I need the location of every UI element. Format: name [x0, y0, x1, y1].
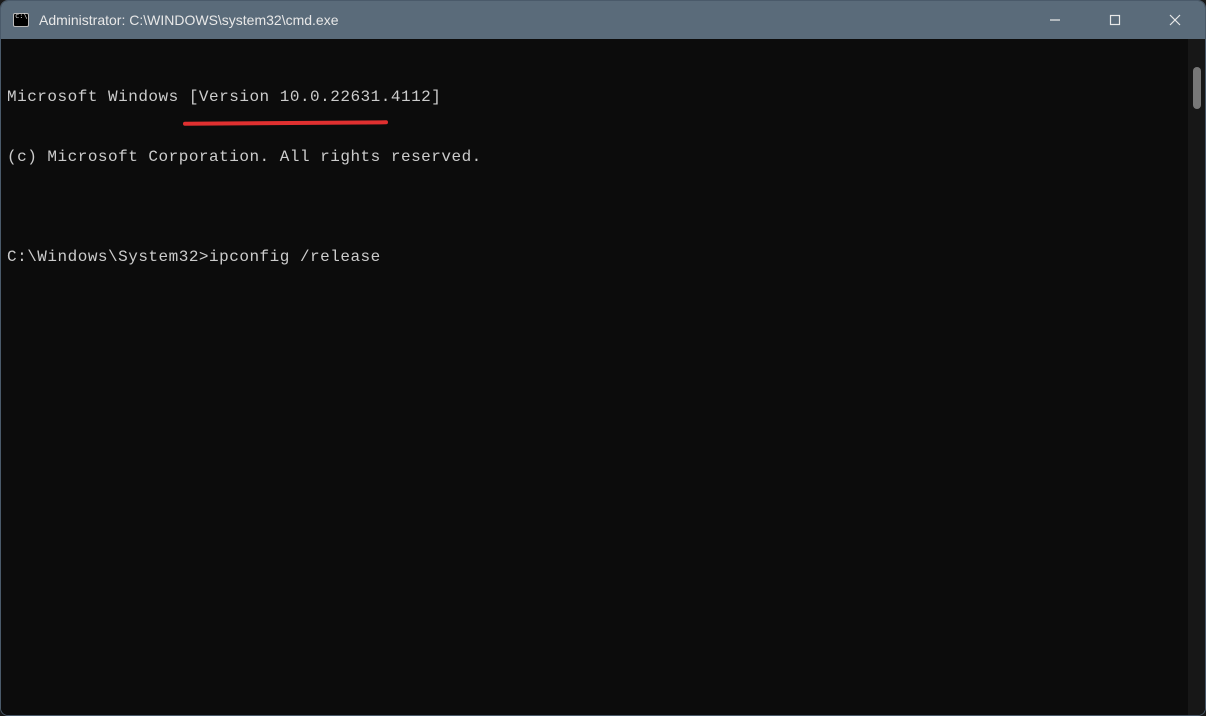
client-area: Microsoft Windows [Version 10.0.22631.41…	[1, 39, 1205, 715]
maximize-icon	[1109, 14, 1121, 26]
cmd-app-icon	[13, 12, 29, 28]
prompt-line: C:\Windows\System32>ipconfig /release	[7, 247, 1182, 267]
annotation-underline	[183, 120, 388, 125]
terminal-output[interactable]: Microsoft Windows [Version 10.0.22631.41…	[1, 39, 1188, 715]
window-title: Administrator: C:\WINDOWS\system32\cmd.e…	[39, 12, 339, 28]
minimize-button[interactable]	[1025, 1, 1085, 39]
vertical-scrollbar[interactable]	[1188, 39, 1205, 715]
typed-command: ipconfig /release	[209, 248, 381, 266]
minimize-icon	[1049, 14, 1061, 26]
titlebar[interactable]: Administrator: C:\WINDOWS\system32\cmd.e…	[1, 1, 1205, 39]
maximize-button[interactable]	[1085, 1, 1145, 39]
scrollbar-thumb[interactable]	[1193, 67, 1201, 109]
copyright-line: (c) Microsoft Corporation. All rights re…	[7, 147, 1182, 167]
cmd-window: Administrator: C:\WINDOWS\system32\cmd.e…	[0, 0, 1206, 716]
close-button[interactable]	[1145, 1, 1205, 39]
window-controls	[1025, 1, 1205, 39]
version-line: Microsoft Windows [Version 10.0.22631.41…	[7, 87, 1182, 107]
close-icon	[1169, 14, 1181, 26]
prompt-path: C:\Windows\System32>	[7, 248, 209, 266]
